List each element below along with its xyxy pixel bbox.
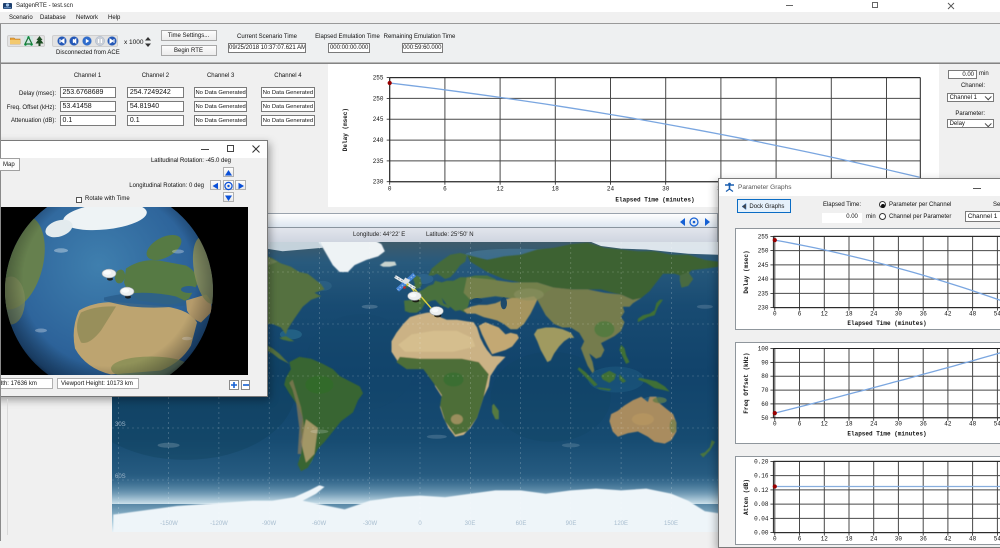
- svg-text:12: 12: [496, 186, 504, 193]
- svg-text:12: 12: [821, 310, 829, 317]
- svg-text:54: 54: [994, 310, 1000, 317]
- svg-text:0: 0: [773, 421, 777, 428]
- svg-text:42: 42: [944, 535, 952, 542]
- svg-text:18: 18: [845, 421, 853, 428]
- svg-text:250: 250: [758, 248, 769, 255]
- svg-text:0.12: 0.12: [754, 487, 769, 494]
- svg-text:0.04: 0.04: [754, 515, 769, 522]
- svg-text:Delay (msec): Delay (msec): [743, 250, 750, 293]
- svg-text:36: 36: [920, 535, 928, 542]
- svg-text:240: 240: [373, 137, 384, 144]
- svg-text:-60W: -60W: [312, 521, 327, 527]
- svg-text:18: 18: [845, 535, 853, 542]
- svg-text:36: 36: [920, 421, 928, 428]
- svg-text:24: 24: [870, 421, 878, 428]
- svg-text:80: 80: [761, 373, 769, 380]
- svg-text:100: 100: [758, 346, 769, 353]
- svg-text:24: 24: [870, 310, 878, 317]
- svg-text:30: 30: [895, 310, 903, 317]
- svg-text:-90W: -90W: [262, 521, 277, 527]
- svg-text:0: 0: [773, 535, 777, 542]
- svg-text:Elapsed Time (minutes): Elapsed Time (minutes): [847, 320, 926, 327]
- svg-text:24: 24: [607, 186, 615, 193]
- svg-text:255: 255: [373, 75, 384, 82]
- svg-text:Atten (dB): Atten (dB): [743, 479, 750, 515]
- svg-text:48: 48: [969, 310, 977, 317]
- svg-text:Elapsed Time (minutes): Elapsed Time (minutes): [615, 197, 694, 204]
- svg-text:60: 60: [761, 401, 769, 408]
- svg-text:48: 48: [969, 535, 977, 542]
- svg-text:-30W: -30W: [363, 521, 378, 527]
- svg-text:150E: 150E: [664, 521, 678, 527]
- svg-text:70: 70: [761, 387, 769, 394]
- svg-text:230: 230: [758, 305, 769, 312]
- svg-text:250: 250: [373, 95, 384, 102]
- svg-text:30: 30: [895, 535, 903, 542]
- svg-text:235: 235: [373, 158, 384, 165]
- svg-text:12: 12: [821, 535, 829, 542]
- svg-text:235: 235: [758, 290, 769, 297]
- svg-text:42: 42: [944, 421, 952, 428]
- svg-text:0.00: 0.00: [754, 530, 769, 537]
- svg-text:42: 42: [944, 310, 952, 317]
- svg-text:0.16: 0.16: [754, 473, 769, 480]
- svg-text:245: 245: [373, 116, 384, 123]
- svg-text:12: 12: [821, 421, 829, 428]
- svg-text:18: 18: [845, 310, 853, 317]
- svg-text:18: 18: [552, 186, 560, 193]
- svg-text:60S: 60S: [115, 474, 126, 480]
- svg-text:54: 54: [994, 421, 1000, 428]
- svg-text:90: 90: [761, 359, 769, 366]
- svg-text:6: 6: [798, 535, 802, 542]
- svg-text:50: 50: [761, 415, 769, 422]
- svg-text:255: 255: [758, 233, 769, 240]
- svg-text:-120W: -120W: [210, 521, 228, 527]
- svg-text:30: 30: [895, 421, 903, 428]
- svg-text:Delay (msec): Delay (msec): [342, 108, 349, 151]
- svg-text:0.08: 0.08: [754, 501, 769, 508]
- svg-text:Elapsed Time (minutes): Elapsed Time (minutes): [847, 430, 926, 437]
- svg-text:245: 245: [758, 262, 769, 269]
- svg-text:6: 6: [443, 186, 447, 193]
- svg-text:0: 0: [388, 186, 392, 193]
- svg-text:60E: 60E: [516, 521, 527, 527]
- svg-text:90E: 90E: [566, 521, 577, 527]
- svg-text:-150W: -150W: [160, 521, 178, 527]
- svg-text:36: 36: [920, 310, 928, 317]
- svg-text:30S: 30S: [115, 422, 126, 428]
- svg-text:48: 48: [969, 421, 977, 428]
- svg-text:6: 6: [798, 310, 802, 317]
- svg-text:54: 54: [994, 535, 1000, 542]
- svg-text:0: 0: [773, 310, 777, 317]
- svg-text:30E: 30E: [465, 521, 476, 527]
- svg-text:230: 230: [373, 179, 384, 186]
- svg-text:Freq Offset (kHz): Freq Offset (kHz): [743, 353, 750, 414]
- svg-text:30: 30: [662, 186, 670, 193]
- svg-text:24: 24: [870, 535, 878, 542]
- svg-text:120E: 120E: [614, 521, 628, 527]
- svg-text:0.20: 0.20: [754, 458, 769, 465]
- svg-text:240: 240: [758, 276, 769, 283]
- svg-text:6: 6: [798, 421, 802, 428]
